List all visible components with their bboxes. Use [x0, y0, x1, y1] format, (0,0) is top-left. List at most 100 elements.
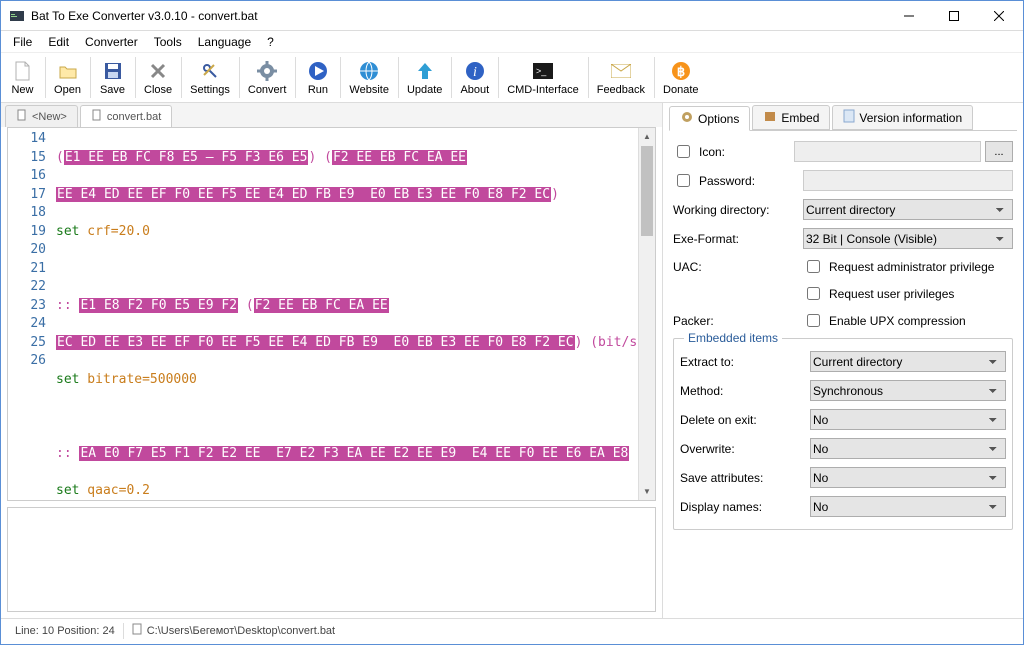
dispnames-select[interactable]: No [810, 496, 1006, 517]
document-icon [91, 109, 103, 124]
gear-icon [257, 60, 277, 82]
document-icon [16, 109, 28, 124]
svg-text:i: i [473, 65, 477, 80]
extract-select[interactable]: Current directory [810, 351, 1006, 372]
icon-browse-button[interactable]: ... [985, 141, 1013, 162]
upx-checkbox[interactable] [807, 314, 820, 327]
editor-pane: <New> convert.bat 1415161718192021222324… [1, 103, 663, 618]
editor[interactable]: 14151617181920212223242526 (E1 EE EB FC … [7, 127, 656, 501]
cmd-button[interactable]: >_CMD-Interface [499, 53, 588, 102]
menubar: File Edit Converter Tools Language ? [1, 31, 1023, 53]
cursor-position: Line: 10 Position: 24 [7, 625, 123, 637]
disk-icon [104, 60, 122, 82]
tab-version[interactable]: Version information [832, 105, 973, 130]
dispnames-label: Display names: [680, 500, 810, 514]
options-form: Icon: ... Password: Working directory: C… [669, 131, 1017, 540]
exeformat-select[interactable]: 32 Bit | Console (Visible) [803, 228, 1013, 249]
method-label: Method: [680, 384, 810, 398]
svg-text:>_: >_ [536, 66, 547, 76]
update-button[interactable]: Update [399, 53, 451, 102]
embedded-legend: Embedded items [684, 331, 782, 345]
menu-edit[interactable]: Edit [40, 33, 77, 51]
file-tab-active[interactable]: convert.bat [80, 105, 172, 127]
extract-label: Extract to: [680, 355, 810, 369]
file-path: C:\Users\Бегемот\Desktop\convert.bat [124, 623, 343, 638]
line-gutter: 14151617181920212223242526 [8, 128, 52, 500]
feedback-button[interactable]: Feedback [589, 53, 654, 102]
workdir-label: Working directory: [673, 203, 803, 217]
toolbar: New Open Save Close Settings Convert Run… [1, 53, 1023, 103]
close-tool-button[interactable]: Close [136, 53, 181, 102]
save-button[interactable]: Save [91, 53, 135, 102]
overwrite-label: Overwrite: [680, 442, 810, 456]
menu-help[interactable]: ? [259, 33, 282, 51]
exeformat-label: Exe-Format: [673, 232, 803, 246]
icon-label: Icon: [699, 145, 725, 159]
package-icon [763, 109, 777, 126]
close-x-icon [149, 60, 167, 82]
code-area[interactable]: (E1 EE EB FC F8 E5 – F5 F3 E6 E5) (F2 EE… [52, 128, 638, 500]
info-doc-icon [843, 109, 855, 126]
menu-language[interactable]: Language [190, 33, 259, 51]
scroll-down-icon[interactable]: ▼ [639, 483, 655, 500]
about-button[interactable]: iAbout [452, 53, 498, 102]
workspace: <New> convert.bat 1415161718192021222324… [1, 103, 1023, 618]
globe-icon [359, 60, 379, 82]
app-icon [9, 8, 25, 24]
svg-text:฿: ฿ [677, 64, 685, 79]
arrow-up-icon [416, 60, 434, 82]
tab-embed[interactable]: Embed [752, 105, 830, 130]
menu-file[interactable]: File [5, 33, 40, 51]
scroll-thumb[interactable] [641, 146, 653, 236]
output-pane[interactable] [7, 507, 656, 612]
menu-tools[interactable]: Tools [146, 33, 190, 51]
packer-label: Packer: [673, 314, 803, 328]
saveattr-select[interactable]: No [810, 467, 1006, 488]
options-tabbar: Options Embed Version information [669, 107, 1017, 131]
settings-button[interactable]: Settings [182, 53, 239, 102]
password-label: Password: [699, 174, 755, 188]
vertical-scrollbar[interactable]: ▲ ▼ [638, 128, 655, 500]
password-checkbox[interactable] [677, 174, 690, 187]
website-button[interactable]: Website [341, 53, 398, 102]
new-button[interactable]: New [1, 53, 45, 102]
workdir-select[interactable]: Current directory [803, 199, 1013, 220]
donate-button[interactable]: ฿Donate [655, 53, 707, 102]
saveattr-label: Save attributes: [680, 471, 810, 485]
envelope-icon [611, 60, 631, 82]
run-button[interactable]: Run [296, 53, 340, 102]
file-tab-new[interactable]: <New> [5, 105, 78, 127]
icon-checkbox[interactable] [677, 145, 690, 158]
play-icon [308, 60, 328, 82]
statusbar: Line: 10 Position: 24 C:\Users\Бегемот\D… [1, 618, 1023, 642]
method-select[interactable]: Synchronous [810, 380, 1006, 401]
minimize-button[interactable] [886, 1, 931, 30]
convert-button[interactable]: Convert [240, 53, 296, 102]
file-new-icon [14, 60, 32, 82]
titlebar: Bat To Exe Converter v3.0.10 - convert.b… [1, 1, 1023, 31]
folder-open-icon [58, 60, 78, 82]
embedded-fieldset: Embedded items Extract to:Current direct… [673, 338, 1013, 530]
bitcoin-icon: ฿ [671, 60, 691, 82]
maximize-button[interactable] [931, 1, 976, 30]
delete-label: Delete on exit: [680, 413, 810, 427]
file-tabbar: <New> convert.bat [1, 103, 662, 127]
terminal-icon: >_ [533, 60, 553, 82]
info-icon: i [465, 60, 485, 82]
icon-field[interactable] [794, 141, 981, 162]
window-title: Bat To Exe Converter v3.0.10 - convert.b… [31, 9, 886, 23]
open-button[interactable]: Open [46, 53, 90, 102]
tab-options[interactable]: Options [669, 106, 750, 131]
options-panel: Options Embed Version information Icon: … [663, 103, 1023, 618]
password-field[interactable] [803, 170, 1013, 191]
uac-user-checkbox[interactable] [807, 287, 820, 300]
uac-admin-checkbox[interactable] [807, 260, 820, 273]
uac-label: UAC: [673, 260, 803, 274]
document-small-icon [132, 623, 143, 638]
close-button[interactable] [976, 1, 1021, 30]
overwrite-select[interactable]: No [810, 438, 1006, 459]
menu-converter[interactable]: Converter [77, 33, 146, 51]
tools-icon [201, 60, 219, 82]
scroll-up-icon[interactable]: ▲ [639, 128, 655, 145]
delete-select[interactable]: No [810, 409, 1006, 430]
